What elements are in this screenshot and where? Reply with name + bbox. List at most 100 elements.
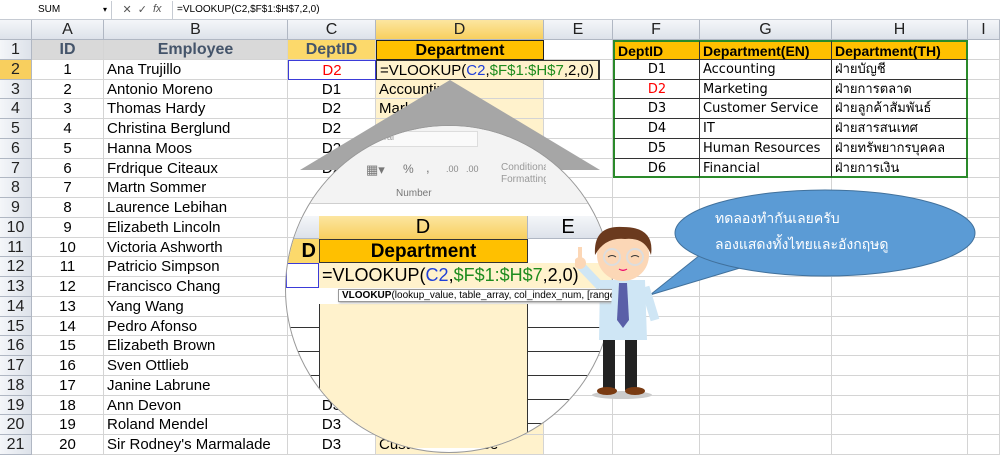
currency-icon[interactable]: ▦▾	[366, 162, 385, 178]
mag-department-cell[interactable]	[319, 352, 528, 376]
employee-id[interactable]: 19	[32, 415, 104, 435]
lookup-cell[interactable]: Human Resources	[700, 138, 832, 159]
cell[interactable]	[968, 119, 1000, 139]
cell[interactable]	[832, 375, 968, 396]
employee-name[interactable]: Frdrique Citeaux	[104, 158, 288, 179]
cell[interactable]	[832, 415, 968, 435]
employee-id[interactable]: 13	[32, 296, 104, 317]
employee-id[interactable]: 10	[32, 237, 104, 258]
mag-d2-formula-cell[interactable]: =VLOOKUP(C2,$F$1:$H$7,2,0)	[319, 263, 612, 288]
enter-icon[interactable]: ✓	[138, 3, 147, 16]
employee-name[interactable]: Laurence Lebihan	[104, 198, 288, 218]
employee-name[interactable]: Hanna Moos	[104, 138, 288, 159]
employee-id[interactable]: 3	[32, 99, 104, 119]
employee-name[interactable]: Sir Rodney's Marmalade	[104, 435, 288, 455]
employee-deptid[interactable]: D2	[288, 59, 376, 80]
lookup-cell[interactable]: D5	[613, 138, 700, 159]
cell[interactable]	[700, 316, 832, 337]
row-header-17[interactable]: 17	[0, 356, 32, 376]
employee-id[interactable]: 20	[32, 435, 104, 455]
row-header-5[interactable]: 5	[0, 119, 32, 139]
employee-name[interactable]: Ana Trujillo	[104, 59, 288, 80]
lookup-cell[interactable]: ฝ่ายบัญชี	[832, 59, 968, 80]
employee-name[interactable]: Patricio Simpson	[104, 257, 288, 277]
lookup-cell[interactable]: Financial	[700, 158, 832, 179]
row-header-4[interactable]: 4	[0, 99, 32, 119]
employee-id[interactable]: 18	[32, 395, 104, 416]
employee-name[interactable]: Thomas Hardy	[104, 99, 288, 119]
employee-id[interactable]: 9	[32, 217, 104, 238]
cell[interactable]	[700, 336, 832, 356]
cell[interactable]	[968, 336, 1000, 356]
employee-id[interactable]: 16	[32, 356, 104, 376]
employee-id[interactable]: 2	[32, 79, 104, 100]
lookup-cell[interactable]: ฝ่ายการเงิน	[832, 158, 968, 179]
formula-input[interactable]: =VLOOKUP(C2,$F$1:$H$7,2,0)	[172, 0, 1000, 19]
cell[interactable]	[968, 79, 1000, 100]
lookup-cell[interactable]: Accounting	[700, 59, 832, 80]
employee-name[interactable]: Victoria Ashworth	[104, 237, 288, 258]
column-header-G[interactable]: G	[700, 20, 832, 40]
employee-id[interactable]: 15	[32, 336, 104, 356]
increase-decimal-button[interactable]: .00	[446, 164, 459, 174]
column-header-B[interactable]: B	[104, 20, 288, 40]
column-header-C[interactable]: C	[288, 20, 376, 40]
employee-name[interactable]: Roland Mendel	[104, 415, 288, 435]
column-header-E[interactable]: E	[544, 20, 613, 40]
row-header-13[interactable]: 13	[0, 277, 32, 297]
cell[interactable]	[832, 316, 968, 337]
cell[interactable]	[968, 395, 1000, 416]
cell[interactable]	[544, 99, 613, 119]
lookup-cell[interactable]: IT	[700, 119, 832, 139]
mag-c2-cell[interactable]	[286, 263, 319, 288]
lookup-cell[interactable]: D1	[613, 59, 700, 80]
lookup-cell[interactable]: Customer Service	[700, 99, 832, 119]
employee-id[interactable]: 5	[32, 138, 104, 159]
employee-id[interactable]: 7	[32, 178, 104, 198]
column-header-I[interactable]: I	[968, 20, 1000, 40]
row-header-16[interactable]: 16	[0, 336, 32, 356]
mag-department-cell[interactable]	[319, 304, 528, 328]
cell[interactable]	[544, 79, 613, 100]
cell[interactable]	[832, 356, 968, 376]
lookup-cell[interactable]: D3	[613, 99, 700, 119]
lookup-cell[interactable]: ฝ่ายการตลาด	[832, 79, 968, 100]
employee-id[interactable]: 1	[32, 59, 104, 80]
name-box[interactable]: SUM ▾	[0, 0, 112, 19]
number-format-select[interactable]: General	[358, 131, 478, 147]
cell[interactable]	[613, 415, 700, 435]
conditional-formatting-button[interactable]: Conditional Formatting	[501, 162, 546, 186]
cell[interactable]	[700, 356, 832, 376]
row-header-11[interactable]: 11	[0, 237, 32, 258]
cell[interactable]	[700, 435, 832, 455]
lookup-cell[interactable]: D4	[613, 119, 700, 139]
cell[interactable]	[968, 99, 1000, 119]
cell[interactable]	[968, 158, 1000, 179]
percent-button[interactable]: %	[403, 162, 414, 176]
column-header-D[interactable]: D	[376, 20, 544, 40]
d2-formula-cell[interactable]: =VLOOKUP(C2,$F$1:$H$7,2,0)	[376, 59, 600, 80]
column-header-A[interactable]: A	[32, 20, 104, 40]
employee-name[interactable]: Elizabeth Brown	[104, 336, 288, 356]
employee-id[interactable]: 17	[32, 375, 104, 396]
chevron-down-icon[interactable]: ▾	[103, 1, 107, 19]
row-header-14[interactable]: 14	[0, 296, 32, 317]
mag-department-cell[interactable]	[319, 376, 528, 400]
employee-deptid[interactable]: D1	[288, 79, 376, 100]
employee-name[interactable]: Yang Wang	[104, 296, 288, 317]
comma-button[interactable]: ,	[426, 160, 430, 175]
row-header-20[interactable]: 20	[0, 415, 32, 435]
row-header-9[interactable]: 9	[0, 198, 32, 218]
row-header-2[interactable]: 2	[0, 59, 32, 80]
cell[interactable]	[968, 435, 1000, 455]
employee-id[interactable]: 6	[32, 158, 104, 179]
cancel-icon[interactable]: ✕	[123, 3, 132, 16]
cell[interactable]	[700, 395, 832, 416]
cell[interactable]	[832, 435, 968, 455]
mag-department-cell[interactable]	[319, 424, 528, 448]
employee-name[interactable]: Francisco Chang	[104, 277, 288, 297]
mag-column-d-header[interactable]: D	[319, 216, 528, 239]
column-header-F[interactable]: F	[613, 20, 700, 40]
row-header-18[interactable]: 18	[0, 375, 32, 396]
employee-id[interactable]: 14	[32, 316, 104, 337]
